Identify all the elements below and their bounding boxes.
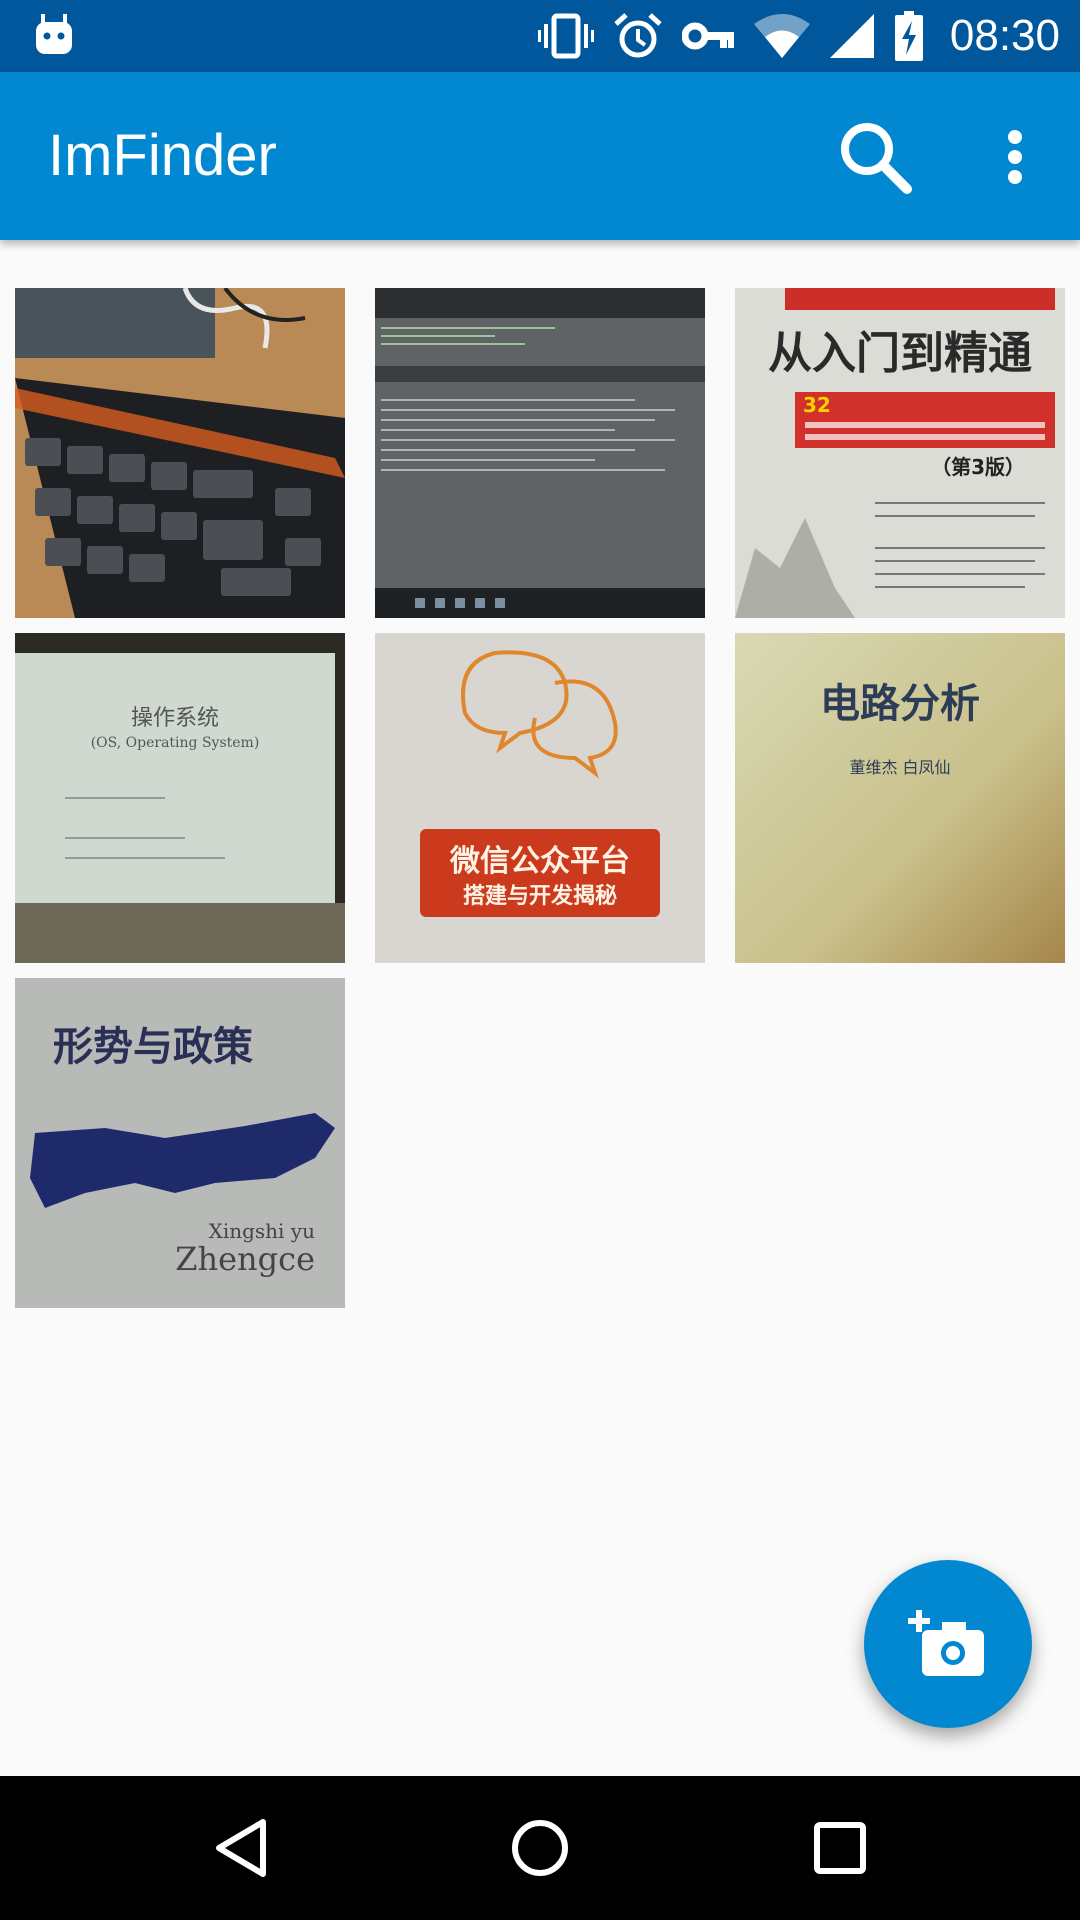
- thumbnail-code-screen[interactable]: [375, 288, 705, 618]
- add-photo-fab[interactable]: [864, 1560, 1032, 1728]
- recents-icon: [814, 1822, 866, 1874]
- policy-book-photo: 形势与政策 Xingshi yu Zhengce: [15, 978, 345, 1308]
- wifi-icon: [753, 14, 810, 58]
- home-button[interactable]: [490, 1798, 590, 1898]
- os-slide-photo: 操作系统 (OS, Operating System): [15, 633, 345, 963]
- policy-book-title: 形势与政策: [53, 1023, 253, 1070]
- battery-charging-icon: [894, 11, 923, 61]
- back-icon: [216, 1819, 266, 1877]
- home-icon: [512, 1820, 568, 1876]
- java-book-badge: 32: [803, 393, 831, 417]
- vpn-key-icon: [681, 22, 734, 50]
- thumbnail-circuit-book[interactable]: 电路分析 董维杰 白凤仙: [735, 633, 1065, 963]
- status-icons: 08:30: [537, 0, 1060, 72]
- thumbnail-wechat-book[interactable]: 微信公众平台 搭建与开发揭秘: [375, 633, 705, 963]
- os-slide-title: 操作系统: [131, 706, 219, 731]
- java-book-edition: （第3版）: [931, 455, 1025, 479]
- search-icon: [841, 123, 912, 194]
- cell-signal-icon: [829, 14, 874, 58]
- thumbnail-keyboard[interactable]: [15, 288, 345, 618]
- thumbnail-policy-book[interactable]: 形势与政策 Xingshi yu Zhengce: [15, 978, 345, 1308]
- alarm-icon: [614, 13, 662, 58]
- thumbnail-os-slide[interactable]: 操作系统 (OS, Operating System): [15, 633, 345, 963]
- java-book-title: 从入门到精通: [768, 328, 1032, 379]
- photo-grid: 从入门到精通 32 （第3版） 操作系统 (OS, Operating Syst…: [15, 288, 1065, 1308]
- code-screen-photo: [375, 288, 705, 618]
- android-icon: [36, 14, 72, 54]
- add-a-photo-icon: [908, 1610, 984, 1676]
- more-options-button[interactable]: [980, 112, 1050, 202]
- back-button[interactable]: [190, 1798, 290, 1898]
- search-button[interactable]: [830, 112, 920, 202]
- recents-button[interactable]: [790, 1798, 890, 1898]
- os-slide-subtitle: (OS, Operating System): [91, 735, 260, 751]
- wechat-book-photo: 微信公众平台 搭建与开发揭秘: [375, 633, 705, 963]
- thumbnail-java-book[interactable]: 从入门到精通 32 （第3版）: [735, 288, 1065, 618]
- circuit-book-authors: 董维杰 白凤仙: [849, 758, 950, 777]
- circuit-book-photo: 电路分析 董维杰 白凤仙: [735, 633, 1065, 963]
- more-vert-icon: [1008, 130, 1022, 184]
- circuit-book-title: 电路分析: [820, 681, 980, 727]
- app-bar: ImFinder: [0, 72, 1080, 240]
- wechat-book-subtitle: 搭建与开发揭秘: [463, 883, 617, 909]
- app-title: ImFinder: [48, 123, 277, 188]
- java-book-photo: 从入门到精通 32 （第3版）: [735, 288, 1065, 618]
- policy-book-subtitle-2: Zhengce: [175, 1240, 315, 1278]
- vibrate-icon: [537, 13, 594, 59]
- keyboard-photo: [15, 288, 345, 618]
- wechat-book-title: 微信公众平台: [449, 844, 630, 879]
- status-bar: 08:30: [0, 0, 1080, 72]
- navigation-bar: [0, 1776, 1080, 1920]
- status-time: 08:30: [949, 11, 1060, 60]
